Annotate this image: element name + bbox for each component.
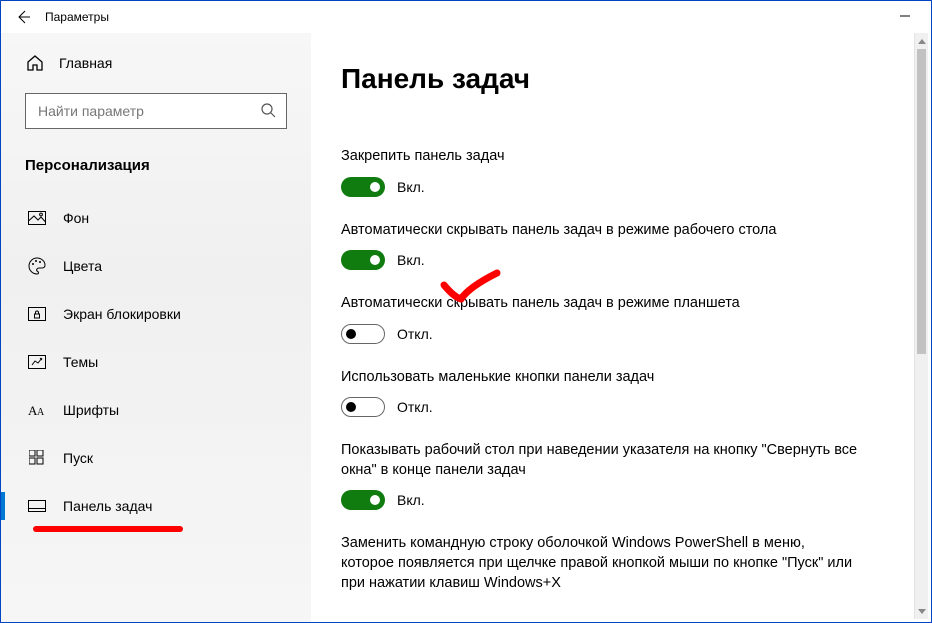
setting-label: Использовать маленькие кнопки панели зад… xyxy=(341,368,861,388)
scroll-up-icon[interactable] xyxy=(915,33,928,49)
picture-icon xyxy=(27,208,47,228)
toggle-state: Откл. xyxy=(397,326,433,342)
setting-label: Показывать рабочий стол при наведении ук… xyxy=(341,441,861,480)
page-title: Панель задач xyxy=(341,63,881,95)
toggle-state: Вкл. xyxy=(397,252,425,268)
scrollbar-thumb[interactable] xyxy=(917,49,926,354)
sidebar-item-themes[interactable]: Темы xyxy=(25,338,287,386)
home-link[interactable]: Главная xyxy=(25,43,287,83)
lockscreen-icon xyxy=(27,304,47,324)
titlebar: Параметры xyxy=(1,1,931,33)
toggle-peek-desktop[interactable] xyxy=(341,490,385,510)
setting-label: Автоматически скрывать панель задач в ре… xyxy=(341,294,861,314)
sidebar-item-taskbar[interactable]: Панель задач xyxy=(25,482,287,530)
setting-label: Закрепить панель задач xyxy=(341,147,861,167)
sidebar-item-label: Темы xyxy=(63,354,98,370)
sidebar-item-label: Экран блокировки xyxy=(63,306,181,322)
scrollbar[interactable] xyxy=(914,33,928,619)
category-title: Персонализация xyxy=(25,157,287,174)
toggle-autohide-desktop[interactable] xyxy=(341,250,385,270)
setting-label: Автоматически скрывать панель задач в ре… xyxy=(341,221,861,241)
toggle-lock-taskbar[interactable] xyxy=(341,177,385,197)
sidebar-item-fonts[interactable]: AA Шрифты xyxy=(25,386,287,434)
search-input[interactable] xyxy=(36,102,252,120)
fonts-icon: AA xyxy=(27,400,47,420)
start-icon xyxy=(27,448,47,468)
toggle-state: Вкл. xyxy=(397,179,425,195)
sidebar: Главная Персонализация Фон Цвета xyxy=(1,33,311,622)
search-box[interactable] xyxy=(25,93,287,129)
search-icon xyxy=(260,102,276,121)
back-button[interactable] xyxy=(13,7,33,27)
toggle-autohide-tablet[interactable] xyxy=(341,324,385,344)
toggle-small-buttons[interactable] xyxy=(341,397,385,417)
home-label: Главная xyxy=(59,55,112,71)
scroll-down-icon[interactable] xyxy=(915,603,928,619)
setting-label: Заменить командную строку оболочкой Wind… xyxy=(341,534,861,593)
sidebar-item-label: Фон xyxy=(63,210,89,226)
minimize-button[interactable] xyxy=(891,9,919,25)
sidebar-item-start[interactable]: Пуск xyxy=(25,434,287,482)
main-panel: Панель задач Закрепить панель задач Вкл.… xyxy=(311,33,931,622)
setting-lock-taskbar: Закрепить панель задач Вкл. xyxy=(341,147,861,197)
sidebar-item-label: Пуск xyxy=(63,450,93,466)
sidebar-item-background[interactable]: Фон xyxy=(25,194,287,242)
sidebar-item-label: Цвета xyxy=(63,258,102,274)
setting-peek-desktop: Показывать рабочий стол при наведении ук… xyxy=(341,441,861,510)
sidebar-item-lockscreen[interactable]: Экран блокировки xyxy=(25,290,287,338)
sidebar-item-colors[interactable]: Цвета xyxy=(25,242,287,290)
themes-icon xyxy=(27,352,47,372)
sidebar-item-label: Шрифты xyxy=(63,402,119,418)
palette-icon xyxy=(27,256,47,276)
window-title: Параметры xyxy=(45,10,109,24)
setting-powershell-replace: Заменить командную строку оболочкой Wind… xyxy=(341,534,861,593)
setting-small-buttons: Использовать маленькие кнопки панели зад… xyxy=(341,368,861,418)
sidebar-item-label: Панель задач xyxy=(63,498,152,514)
annotation-underline xyxy=(33,526,183,532)
window-controls xyxy=(891,9,919,25)
home-icon xyxy=(25,53,45,73)
setting-autohide-desktop: Автоматически скрывать панель задач в ре… xyxy=(341,221,861,271)
setting-autohide-tablet: Автоматически скрывать панель задач в ре… xyxy=(341,294,861,344)
scrollbar-track[interactable] xyxy=(915,49,928,603)
nav-list: Фон Цвета Экран блокировки Темы xyxy=(25,194,287,530)
taskbar-icon xyxy=(27,496,47,516)
svg-text:A: A xyxy=(37,407,45,418)
toggle-state: Вкл. xyxy=(397,492,425,508)
toggle-state: Откл. xyxy=(397,399,433,415)
